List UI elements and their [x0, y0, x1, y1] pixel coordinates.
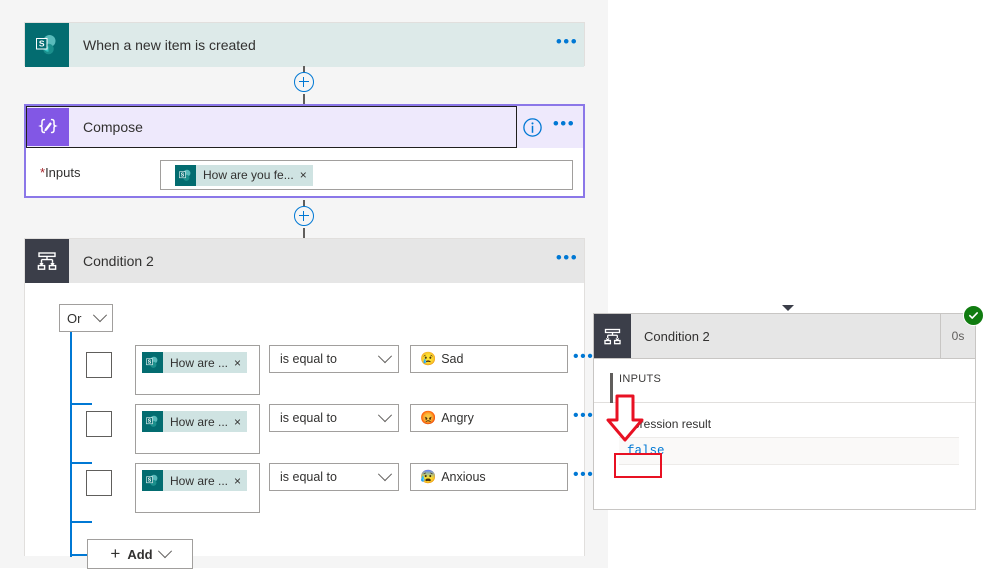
- chevron-down-icon: [377, 349, 393, 364]
- run-history-panel: Condition 2 0s INPUTS Expression result …: [593, 305, 984, 510]
- condition-branch-icon: [594, 314, 631, 358]
- close-icon[interactable]: ×: [299, 168, 313, 182]
- run-panel-section-label: INPUTS: [619, 373, 662, 385]
- condition-card-menu-button[interactable]: •••: [550, 249, 584, 269]
- svg-text:S: S: [39, 38, 45, 48]
- run-panel-header[interactable]: Condition 2 0s: [594, 305, 984, 359]
- compose-card-title: Compose: [83, 119, 143, 135]
- token-label: How are you fe...: [203, 168, 294, 182]
- condition-rail-stub: [70, 521, 92, 523]
- condition-row-operator-value: is equal to: [280, 470, 337, 484]
- condition-row-value-field[interactable]: 😢 Sad: [410, 345, 568, 373]
- trigger-card-when-new-item-created[interactable]: S When a new item is created •••: [24, 22, 585, 67]
- condition-row-menu-button[interactable]: •••: [573, 464, 594, 486]
- logic-operator-value: Or: [67, 310, 82, 326]
- dynamic-content-token[interactable]: S How are ... ×: [142, 352, 248, 373]
- condition-row-checkbox[interactable]: [86, 470, 112, 496]
- compose-card-body: *Inputs S How are you fe... ×: [26, 148, 583, 190]
- sharepoint-icon: S: [142, 470, 163, 491]
- sharepoint-icon: S: [142, 411, 163, 432]
- condition-card-header[interactable]: Condition 2 •••: [25, 239, 584, 283]
- chevron-down-icon: [157, 544, 172, 559]
- sad-face-icon: 😢: [420, 351, 437, 366]
- flow-designer-canvas: S When a new item is created ••• Compose…: [0, 0, 608, 569]
- compose-card-header[interactable]: Compose •••: [26, 106, 583, 148]
- run-panel-title: Condition 2: [631, 314, 941, 358]
- token-label: How are ...: [170, 414, 229, 429]
- svg-text:S: S: [148, 359, 152, 365]
- dynamic-content-token[interactable]: S How are you fe... ×: [175, 164, 313, 186]
- condition-row-value-text: Sad: [441, 352, 464, 366]
- close-icon[interactable]: ×: [233, 356, 247, 370]
- condition-row: S How are ... × is equal to 😢 Sad •••: [25, 345, 593, 403]
- sharepoint-icon: S: [142, 352, 163, 373]
- condition-row-operand-field[interactable]: S How are ... ×: [135, 345, 260, 395]
- expression-result-label: Expression result: [619, 417, 712, 431]
- compose-inputs-field[interactable]: S How are you fe... ×: [160, 160, 573, 190]
- compose-inputs-label: *Inputs: [40, 160, 160, 180]
- sharepoint-icon: S: [175, 164, 196, 186]
- expression-result-row: false: [619, 437, 959, 465]
- run-panel-body: INPUTS Expression result false: [594, 359, 975, 465]
- svg-text:S: S: [148, 418, 152, 424]
- condition-row-value-field[interactable]: 😡 Angry: [410, 404, 568, 432]
- add-condition-label: Add: [127, 546, 153, 562]
- section-accent-bar: [610, 373, 613, 403]
- condition-row-menu-button[interactable]: •••: [573, 346, 594, 368]
- trigger-card-header[interactable]: S When a new item is created •••: [25, 23, 584, 67]
- compose-card-selected-region[interactable]: Compose: [26, 106, 517, 148]
- token-label: How are ...: [170, 473, 229, 488]
- logic-operator-dropdown[interactable]: Or: [59, 304, 113, 332]
- chevron-down-icon: [92, 308, 108, 323]
- trigger-card-menu-button[interactable]: •••: [550, 33, 584, 53]
- insert-step-button[interactable]: [294, 206, 314, 226]
- compose-card-menu-button[interactable]: •••: [547, 115, 581, 135]
- condition-card-title: Condition 2: [83, 253, 154, 269]
- chevron-down-icon: [377, 408, 393, 423]
- anxious-face-icon: 😰: [420, 469, 437, 484]
- condition-row-operand-field[interactable]: S How are ... ×: [135, 404, 260, 454]
- svg-text:S: S: [148, 477, 152, 483]
- condition-row-operator-dropdown[interactable]: is equal to: [269, 345, 399, 373]
- condition-row-value-text: Angry: [441, 411, 474, 425]
- condition-row-operator-value: is equal to: [280, 411, 337, 425]
- condition-row-operator-value: is equal to: [280, 352, 337, 366]
- add-condition-button[interactable]: + Add: [87, 539, 193, 569]
- condition-row-checkbox[interactable]: [86, 352, 112, 378]
- sharepoint-icon: S: [25, 23, 69, 67]
- condition-row-operand-field[interactable]: S How are ... ×: [135, 463, 260, 513]
- angry-face-icon: 😡: [420, 410, 437, 425]
- success-check-icon: [963, 305, 984, 326]
- condition-row-menu-button[interactable]: •••: [573, 405, 594, 427]
- condition-row-value-text: Anxious: [441, 470, 486, 484]
- token-label: How are ...: [170, 355, 229, 370]
- compose-braces-icon: [27, 108, 69, 146]
- condition-card[interactable]: Condition 2 ••• Or S How are ... × is eq…: [24, 238, 593, 569]
- info-icon[interactable]: [517, 117, 547, 138]
- condition-row-operator-dropdown[interactable]: is equal to: [269, 463, 399, 491]
- condition-branch-icon: [25, 239, 69, 283]
- compose-card[interactable]: Compose ••• *Inputs S How are you fe... …: [24, 104, 585, 198]
- close-icon[interactable]: ×: [233, 474, 247, 488]
- condition-row-value-field[interactable]: 😰 Anxious: [410, 463, 568, 491]
- condition-row-checkbox[interactable]: [86, 411, 112, 437]
- condition-row-operator-dropdown[interactable]: is equal to: [269, 404, 399, 432]
- dynamic-content-token[interactable]: S How are ... ×: [142, 411, 248, 432]
- condition-row: S How are ... × is equal to 😰 Anxious ••…: [25, 463, 593, 521]
- dynamic-content-token[interactable]: S How are ... ×: [142, 470, 248, 491]
- compose-inputs-label-text: Inputs: [45, 165, 81, 180]
- run-panel-caret: [782, 305, 794, 311]
- close-icon[interactable]: ×: [233, 415, 247, 429]
- svg-text:S: S: [181, 172, 185, 178]
- plus-icon: +: [110, 544, 121, 563]
- expression-result-value: false: [627, 444, 665, 458]
- insert-step-button[interactable]: [294, 72, 314, 92]
- condition-card-body: Or S How are ... × is equal to 😢 Sad •••…: [25, 283, 593, 569]
- chevron-down-icon: [377, 467, 393, 482]
- compose-card-actions: •••: [517, 106, 583, 148]
- condition-row: S How are ... × is equal to 😡 Angry •••: [25, 404, 593, 462]
- trigger-card-title: When a new item is created: [83, 37, 256, 53]
